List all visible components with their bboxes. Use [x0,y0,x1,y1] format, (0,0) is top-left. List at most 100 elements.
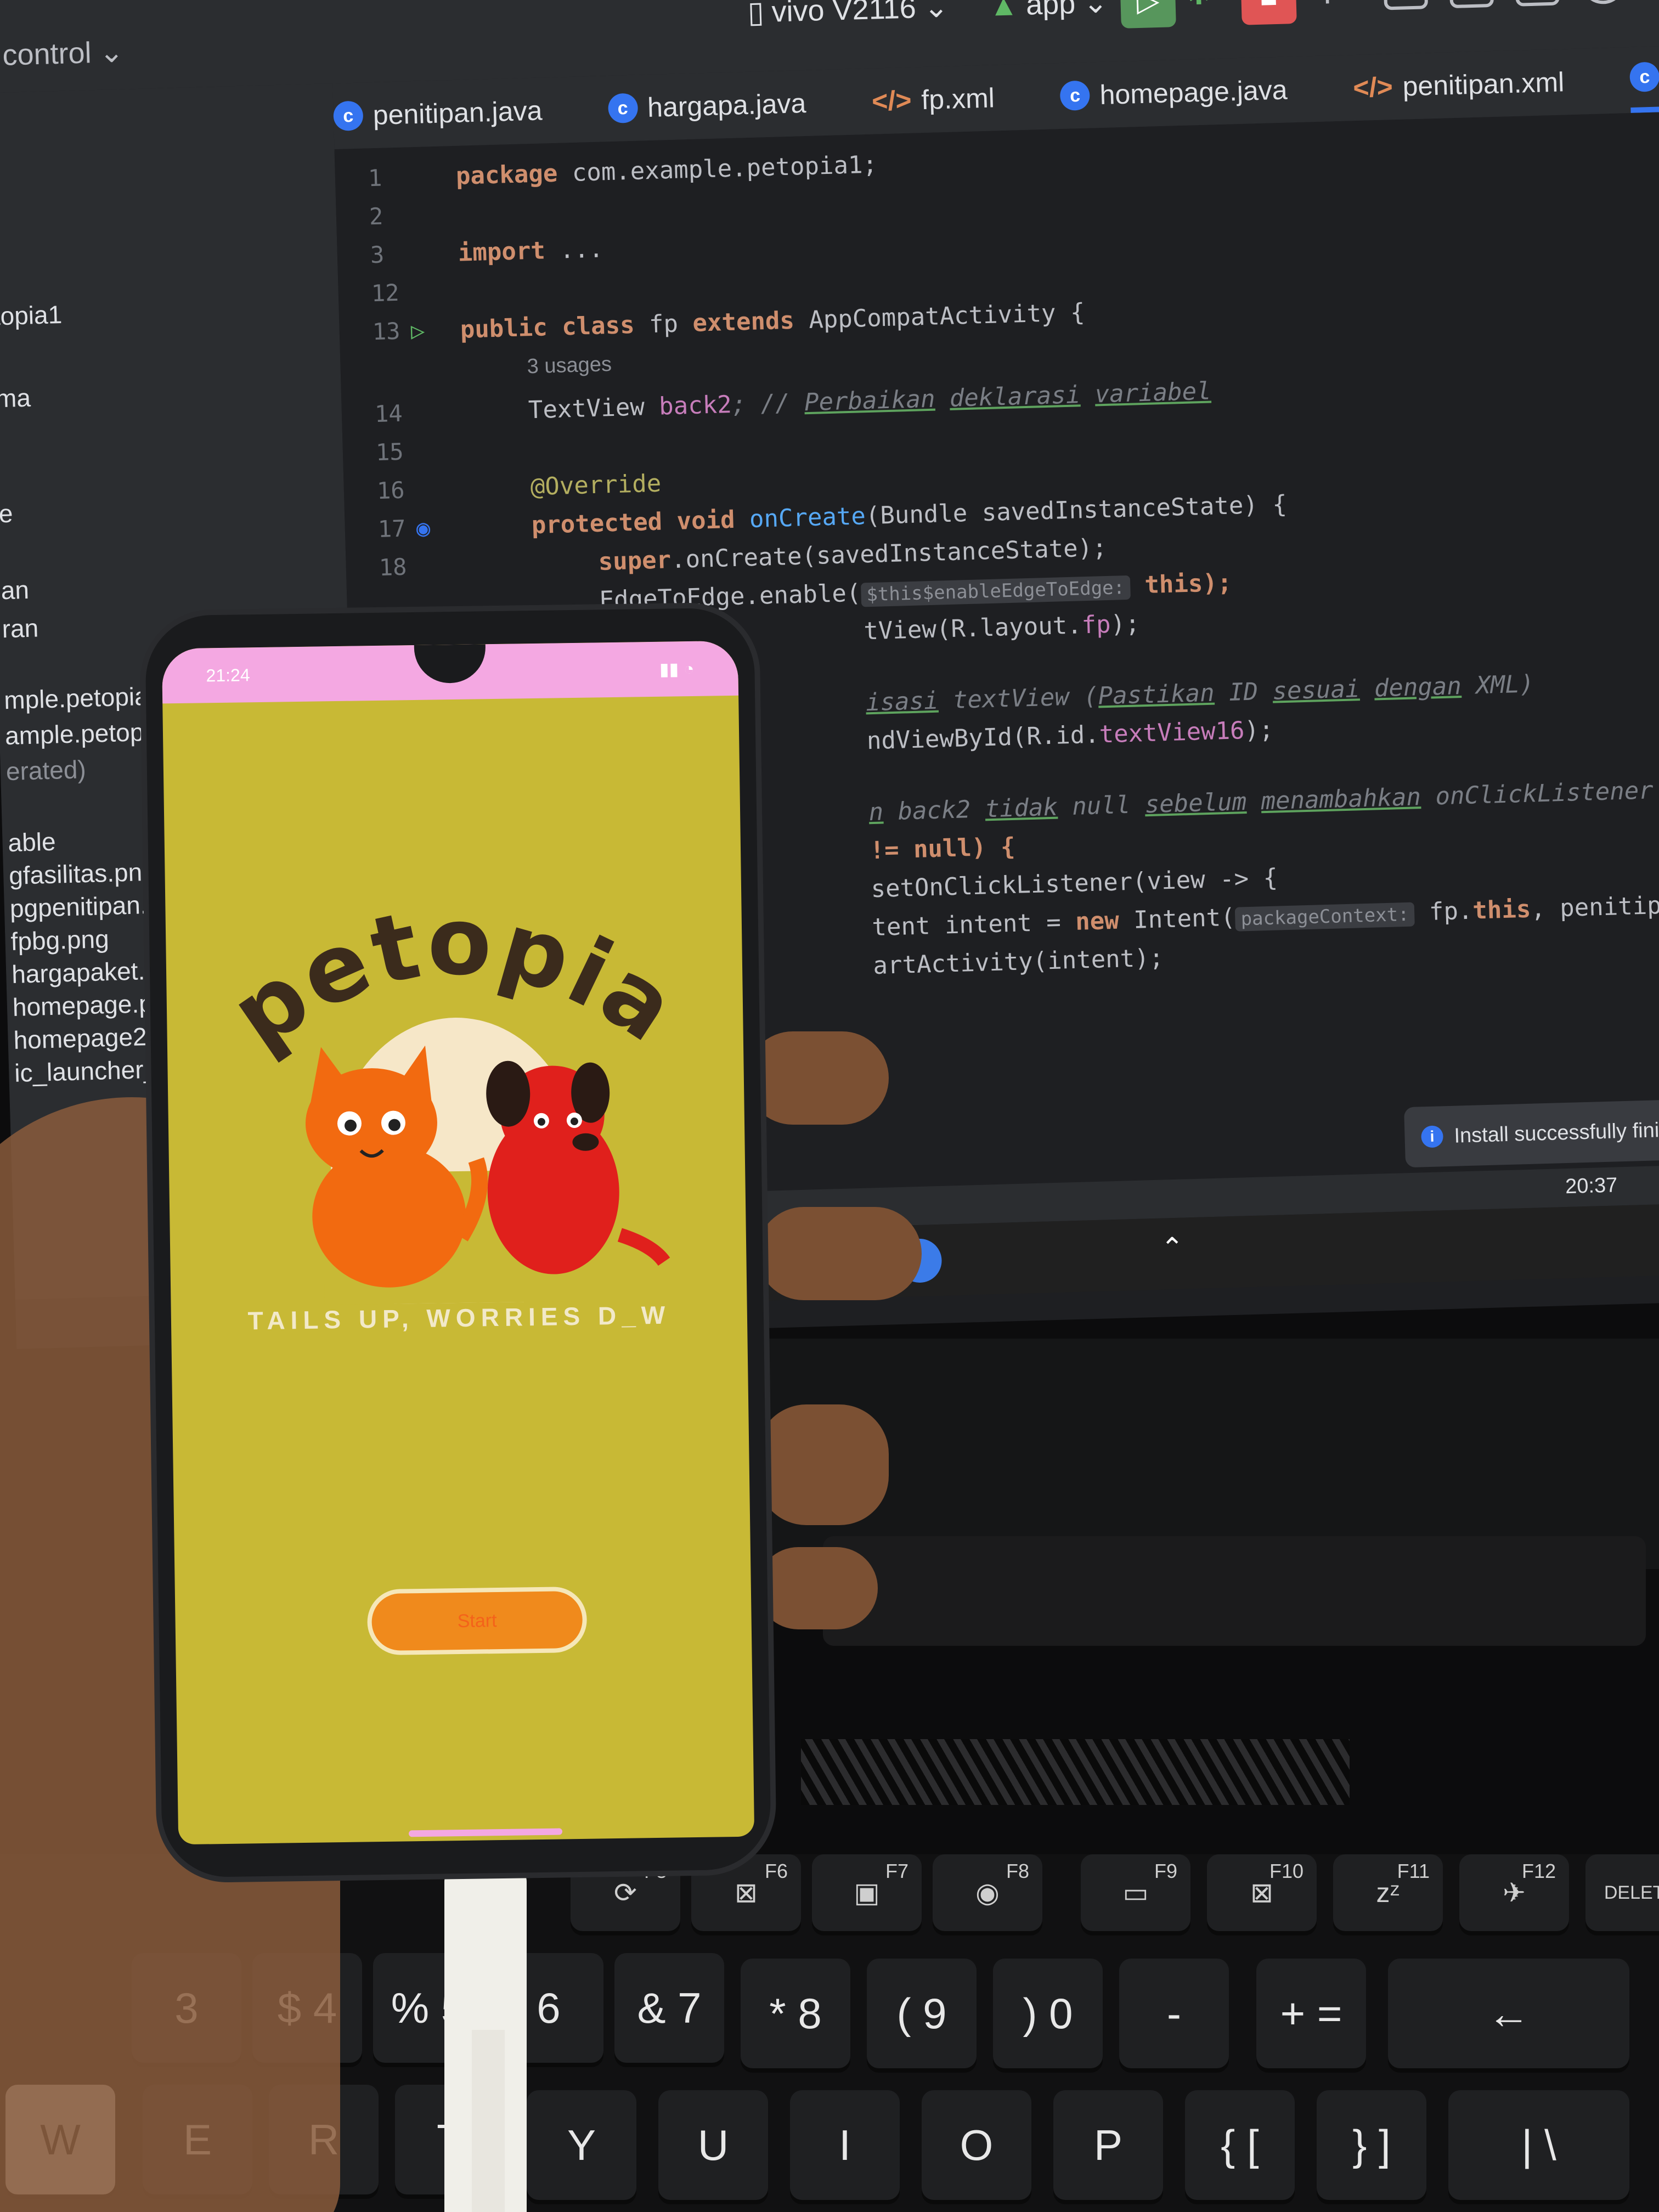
code-line: import ... [458,235,604,267]
tab-label: hargapa.java [647,87,806,123]
key-f11[interactable]: zᶻ F11 [1333,1854,1443,1931]
play-icon: ▷ [1136,0,1160,18]
layout-inspector-icon[interactable] [1514,0,1560,7]
key-open-bracket[interactable]: { [ [1185,2090,1295,2200]
tree-item[interactable]: able [8,827,56,857]
status-time: 21:24 [206,664,250,685]
device-name: vivo V2116 [771,0,917,29]
debug-button[interactable]: ✱ [1186,0,1211,12]
tree-item[interactable]: erated) [5,754,86,786]
petopia-logo: petopia [211,883,698,1307]
key-backslash[interactable]: | \ [1448,2090,1629,2200]
code-line: != null) { [869,832,1016,865]
key-p[interactable]: P [1053,2090,1163,2200]
tab-label: penitipan.xml [1402,66,1565,102]
chevron-down-icon: ⌄ [1082,0,1109,20]
chevron-down-icon: ⌄ [98,35,125,69]
finger [746,1031,889,1125]
key-backspace[interactable]: ← [1388,1959,1629,2068]
tab-penitipan-xml[interactable]: </> penitipan.xml [1353,66,1565,104]
start-button[interactable]: Start [366,1586,588,1656]
key-f10[interactable]: ⊠ F10 [1207,1854,1317,1931]
code-line: artActivity(intent); [872,944,1164,980]
tab-label: homepage.java [1099,74,1288,110]
settings-icon[interactable] [1580,0,1626,5]
key-delete[interactable]: DELETE [1585,1854,1659,1931]
sync-icon[interactable] [1448,0,1494,9]
tab-fp-xml[interactable]: </> fp.xml [871,82,995,117]
java-class-icon: c [1629,61,1659,92]
code-line: TextView back2; // Perbaikan deklarasi v… [528,377,1212,425]
line-number: 14 [374,399,403,428]
stop-button[interactable]: ■ [1240,0,1297,25]
notification-text: Install successfully finis [1453,1118,1659,1148]
java-class-icon: c [1059,80,1091,111]
key-minus[interactable]: - [1119,1959,1229,2068]
line-number: 1 [368,164,382,192]
key-u[interactable]: U [658,2090,768,2200]
key-equals[interactable]: + = [1256,1959,1366,2068]
key-i[interactable]: I [790,2090,900,2200]
tab-homepage-java[interactable]: c homepage.java [1059,74,1288,112]
tab-active[interactable]: c [1629,46,1659,113]
key-7[interactable]: & 7 [614,1953,724,2063]
code-line: public class fp extends AppCompatActivit… [460,298,1086,344]
key-close-bracket[interactable]: } ] [1317,2090,1426,2200]
line-number: 13 [372,317,401,346]
tab-penitipan-java[interactable]: c penitipan.java [333,94,543,132]
tree-item[interactable]: gfasilitas.png [9,857,157,890]
control-dropdown[interactable]: control ⌄ [2,35,125,72]
key-o[interactable]: O [922,2090,1031,2200]
tree-item[interactable]: e [0,499,13,529]
finger [757,1547,878,1629]
tree-item[interactable]: ran [2,613,39,644]
usages-hint[interactable]: 3 usages [527,353,612,379]
run-button[interactable]: ▷ [1120,0,1176,29]
key-8[interactable]: * 8 [741,1959,850,2068]
key-f9[interactable]: ▭ F9 [1081,1854,1190,1931]
code-line: package com.example.petopia1; [455,150,878,190]
clock: 20:37 [1565,1173,1618,1199]
line-number: 17 [377,515,407,543]
more-actions-button[interactable]: ⋮ [1312,0,1342,8]
line-number: 12 [371,279,400,307]
tree-item[interactable]: fpbg.png [10,924,110,956]
key-y[interactable]: Y [527,2090,636,2200]
code-line: n back2 tidak null sebelum menambahkan o… [868,776,1654,827]
run-config-label: app [1025,0,1076,21]
tree-item[interactable]: an [1,575,30,605]
code-line: @Override [530,469,662,501]
xml-icon: </> [871,84,912,117]
override-gutter-icon[interactable]: ◉ [416,514,431,541]
key-f8[interactable]: ◉ F8 [933,1854,1042,1931]
status-icons: ▮▮ ◔ [659,658,695,679]
run-config-selector[interactable]: ▲ app ⌄ [989,0,1108,23]
device-selector[interactable]: ▯ vivo V2116 ⌄ [747,0,949,30]
stop-icon: ■ [1259,0,1278,14]
finger [757,1404,889,1525]
key-9[interactable]: ( 9 [867,1959,977,2068]
tab-hargapa-java[interactable]: c hargapa.java [607,87,806,125]
xml-icon: </> [1352,71,1393,104]
tree-item[interactable]: ma [0,383,31,414]
home-indicator[interactable] [408,1828,563,1837]
tree-item[interactable]: mple.petopia1 [4,681,163,715]
install-notification[interactable]: i Install successfully finis [1404,1097,1659,1168]
code-text: package com.example.petopia1; import ...… [455,143,1659,980]
line-number: 3 [370,241,385,269]
line-number: 2 [369,202,383,230]
key-f7[interactable]: ▣ F7 [812,1854,922,1931]
java-class-icon: c [333,100,364,132]
phone: 21:24 ▮▮ ◔ petopia TAILS UP, WORRIES D_W… [144,607,772,1878]
device-manager-icon[interactable] [1383,0,1429,10]
key-0[interactable]: ) 0 [993,1959,1103,2068]
code-line: tView(R.layout.fp); [863,610,1141,646]
key-f12[interactable]: ✈ F12 [1459,1854,1569,1931]
code-line: isasi textView (Pastikan ID sesuai denga… [865,670,1534,717]
tree-item[interactable]: topia1 [0,300,63,331]
more-vertical-icon: ⋮ [1312,0,1342,8]
code-line: EdgeToEdge.enable($this$enableEdgeToEdge… [599,568,1233,614]
chevron-up-icon[interactable]: ⌃ [1160,1231,1205,1276]
run-gutter-icon[interactable]: ▷ [410,317,425,345]
android-icon: ▲ [988,0,1019,22]
